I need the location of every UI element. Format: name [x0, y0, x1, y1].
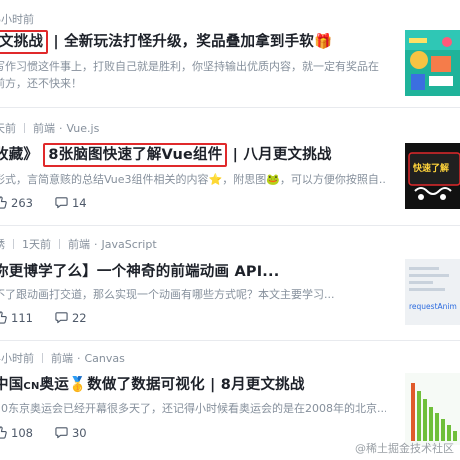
title-text: | 全新玩法打怪升级，奖品叠加拿到手软: [53, 34, 315, 50]
comment-button[interactable]: 30: [55, 426, 87, 440]
article-feed: 6小时前 文挑战 | 全新玩法打怪升级，奖品叠加拿到手软🎁 写作习惯这件事上，打…: [0, 0, 460, 460]
thumbnail-title: 快速了解: [413, 162, 449, 174]
tag-dot: ·: [94, 238, 98, 251]
author-name[interactable]: 锈: [0, 238, 5, 251]
article-title[interactable]: 文挑战 | 全新玩法打怪升级，奖品叠加拿到手软🎁: [0, 30, 332, 54]
highlight-box: 文挑战: [0, 30, 49, 54]
title-prefix: 中国: [0, 377, 24, 393]
tag-link[interactable]: Vue.js: [67, 122, 100, 135]
meta-divider: [42, 353, 43, 363]
article-meta: 锈 1天前 前端 · JavaScript: [0, 236, 157, 252]
highlight-box: 8张脑图快速了解Vue组件: [43, 143, 228, 167]
vue-banner-thumbnail: 快速了解: [405, 143, 460, 209]
article-item[interactable]: 锈 1天前 前端 · JavaScript 你更博学了么】一个神奇的前端动画 API..…: [0, 226, 460, 341]
article-thumbnail[interactable]: [405, 30, 460, 96]
meta-divider: [59, 239, 60, 249]
article-thumbnail[interactable]: 快速了解: [405, 143, 460, 209]
colorful-illustration-thumbnail: [405, 30, 460, 96]
article-stats: 108 30: [0, 426, 109, 440]
comment-count: 14: [71, 196, 87, 210]
article-thumbnail[interactable]: [405, 373, 460, 445]
like-count: 108: [11, 426, 33, 440]
tag-dot: ·: [77, 352, 81, 365]
category-link[interactable]: 前端: [68, 238, 90, 251]
like-button[interactable]: 111: [0, 311, 33, 325]
tag-link[interactable]: Canvas: [85, 352, 125, 365]
comment-button[interactable]: 14: [55, 196, 87, 210]
thumbnail-label: requestAnim: [409, 302, 457, 311]
thumbs-up-icon: [0, 311, 7, 324]
article-title[interactable]: 中国CN奥运🥇数做了数据可视化 | 8月更文挑战: [0, 373, 305, 394]
comment-icon: [55, 312, 68, 324]
code-screenshot-thumbnail: requestAnim: [405, 259, 460, 325]
publish-time: 6小时前: [0, 13, 34, 26]
thumbs-up-icon: [0, 426, 7, 439]
medal-icon: 🥇: [68, 377, 88, 393]
category-link[interactable]: 前端: [33, 122, 55, 135]
publish-time: 天前: [0, 122, 16, 135]
like-count: 263: [11, 196, 33, 210]
title-text: 数做了数据可视化 | 8月更文挑战: [87, 377, 305, 393]
cn-text: CN: [23, 381, 40, 392]
like-count: 111: [11, 311, 33, 325]
title-middle: 奥运: [39, 377, 69, 393]
article-title[interactable]: 收藏》 8张脑图快速了解Vue组件 | 八月更文挑战: [0, 143, 332, 167]
comment-count: 22: [71, 311, 87, 325]
thumbs-up-icon: [0, 196, 7, 209]
title-text: | 八月更文挑战: [232, 147, 332, 163]
article-thumbnail[interactable]: requestAnim: [405, 259, 460, 325]
article-excerpt: 20东京奥运会已经开幕很多天了，还记得小时候看奥运会的是在2008年的北京...: [0, 402, 386, 415]
tag-link[interactable]: JavaScript: [102, 238, 157, 251]
meta-divider: [24, 123, 25, 133]
article-meta: 6小时前: [0, 11, 34, 27]
article-stats: 263 14: [0, 196, 109, 210]
title-prefix: 收藏》: [0, 147, 39, 163]
tag-dot: ·: [59, 122, 63, 135]
article-meta: 4小时前 前端 · Canvas: [0, 350, 125, 366]
category-link[interactable]: 前端: [51, 352, 73, 365]
comment-icon: [55, 427, 68, 439]
article-item[interactable]: 天前 前端 · Vue.js 收藏》 8张脑图快速了解Vue组件 | 八月更文挑战 形…: [0, 108, 460, 226]
article-meta: 天前 前端 · Vue.js: [0, 120, 99, 136]
article-item[interactable]: 6小时前 文挑战 | 全新玩法打怪升级，奖品叠加拿到手软🎁 写作习惯这件事上，打…: [0, 0, 460, 108]
comment-button[interactable]: 22: [55, 311, 87, 325]
comment-count: 30: [71, 426, 87, 440]
like-button[interactable]: 263: [0, 196, 33, 210]
article-excerpt: 写作习惯这件事上，打败自己就是胜利，你坚持输出优质内容，就一定有奖品在前方，还不…: [0, 60, 379, 90]
publish-time: 4小时前: [0, 352, 34, 365]
like-button[interactable]: 108: [0, 426, 33, 440]
article-stats: 111 22: [0, 311, 109, 325]
gift-icon: 🎁: [314, 34, 333, 50]
article-excerpt: 形式，言简意赅的总结Vue3组件相关的内容⭐，附思图🐸，可以方便你按照自...: [0, 173, 386, 186]
article-excerpt: 不了跟动画打交道，那么实现一个动画有哪些方式呢？本文主要学习...: [0, 288, 335, 301]
comment-icon: [55, 197, 68, 209]
publish-time: 1天前: [22, 238, 51, 251]
article-title[interactable]: 你更博学了么】一个神奇的前端动画 API...: [0, 260, 279, 281]
site-watermark: @稀土掘金技术社区: [355, 442, 454, 455]
meta-divider: [13, 239, 14, 249]
bar-chart-thumbnail: [405, 373, 460, 445]
